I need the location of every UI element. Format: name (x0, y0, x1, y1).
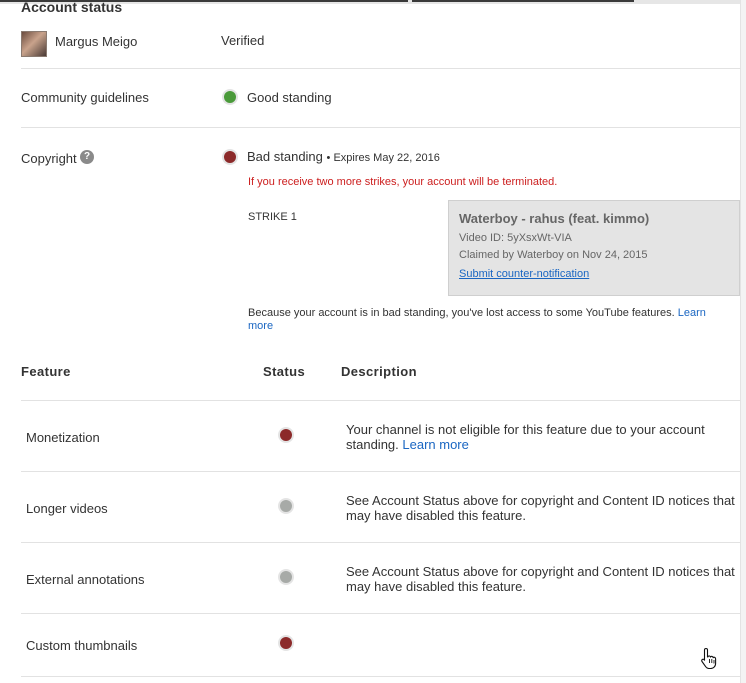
good-standing-status-dot (224, 91, 236, 103)
divider (21, 127, 741, 128)
notice-text: Because your account is in bad standing,… (248, 307, 675, 319)
description-column-header: Description (341, 364, 417, 379)
verified-status: Verified (221, 33, 265, 48)
community-guidelines-label: Community guidelines (21, 90, 149, 105)
divider (21, 68, 741, 69)
learn-more-link[interactable]: Learn more (402, 437, 468, 452)
monetization-description: Your channel is not eligible for this fe… (346, 422, 736, 452)
divider (21, 400, 741, 401)
vertical-scrollbar[interactable] (740, 0, 746, 683)
help-icon[interactable]: ? (80, 150, 94, 164)
divider (21, 676, 741, 677)
section-title: Account status (21, 0, 123, 15)
monetization-status-dot (280, 429, 292, 441)
avatar[interactable] (21, 31, 47, 57)
longer-videos-description: See Account Status above for copyright a… (346, 493, 735, 523)
submit-counter-notification-link[interactable]: Submit counter-notification (459, 268, 589, 280)
feature-external-annotations: External annotations (26, 572, 145, 587)
copyright-expires: • Expires May 22, 2016 (326, 152, 440, 164)
feature-custom-thumbnails: Custom thumbnails (26, 638, 138, 653)
external-annotations-description: See Account Status above for copyright a… (346, 564, 735, 594)
divider (21, 613, 741, 614)
hand-pointer-icon (701, 647, 717, 669)
custom-thumbnails-status-dot (280, 637, 292, 649)
strike-claimed-by: Claimed by Waterboy on Nov 24, 2015 (459, 249, 648, 261)
feature-longer-videos: Longer videos (26, 501, 108, 516)
strike-video-id: Video ID: 5yXsxWt-VIA (459, 232, 572, 244)
community-status-text: Good standing (247, 90, 332, 105)
user-name: Margus Meigo (55, 34, 138, 49)
strike-details-box: Waterboy - rahus (feat. kimmo) Video ID:… (448, 200, 740, 296)
strike-label: STRIKE 1 (248, 211, 297, 223)
external-annotations-status-dot (280, 571, 292, 583)
longer-videos-status-dot (280, 500, 292, 512)
top-bar-segment (412, 0, 634, 2)
copyright-label: Copyright (21, 151, 77, 166)
bad-standing-notice: Because your account is in bad standing,… (248, 307, 728, 333)
divider (21, 471, 741, 472)
copyright-status: Bad standing • Expires May 22, 2016 (247, 149, 440, 164)
status-column-header: Status (263, 364, 306, 379)
copyright-status-text: Bad standing (247, 149, 323, 164)
bad-standing-status-dot (224, 151, 236, 163)
description-text: Your channel is not eligible for this fe… (346, 422, 705, 452)
termination-warning: If you receive two more strikes, your ac… (248, 176, 558, 188)
feature-column-header: Feature (21, 364, 71, 379)
strike-video-title: Waterboy - rahus (feat. kimmo) (459, 211, 650, 226)
feature-monetization: Monetization (26, 430, 100, 445)
divider (21, 542, 741, 543)
